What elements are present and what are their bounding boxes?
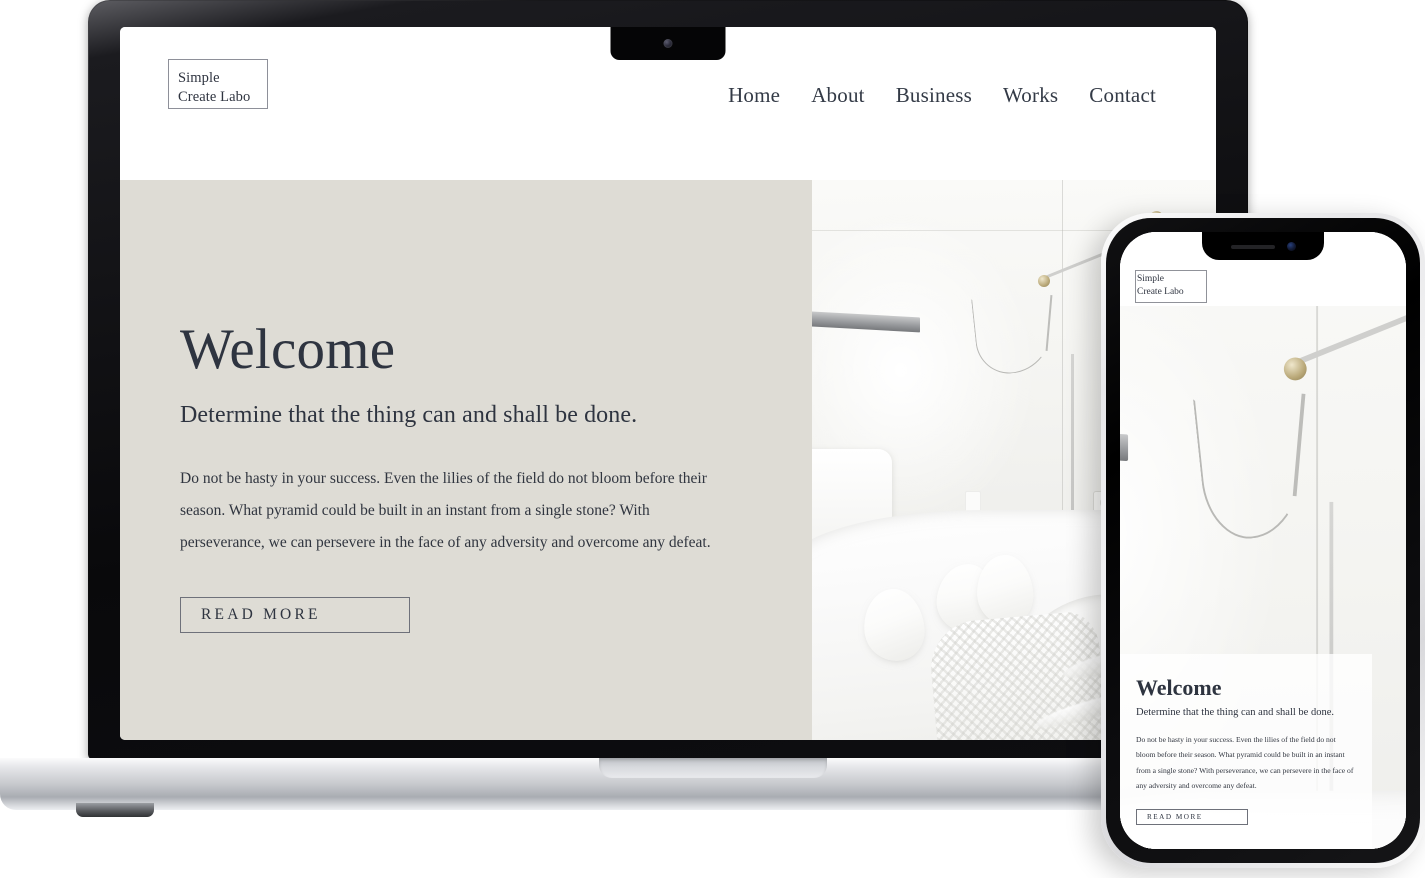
read-more-button[interactable]: READ MORE bbox=[180, 597, 410, 634]
logo-text: Simple Create Labo bbox=[1137, 273, 1187, 299]
hero-body-text: Do not be hasty in your success. Even th… bbox=[180, 469, 711, 551]
nav-item-contact[interactable]: Contact bbox=[1089, 83, 1156, 108]
laptop-notch bbox=[610, 27, 726, 60]
phone-frame: Simple Create Labo Welcome Determine tha… bbox=[1101, 213, 1425, 868]
nav-item-about[interactable]: About bbox=[811, 83, 865, 108]
wall-edge bbox=[1062, 180, 1064, 522]
mobile-hero-section: Welcome Determine that the thing can and… bbox=[1120, 306, 1406, 849]
laptop-foot bbox=[76, 803, 154, 817]
mobile-site-logo[interactable]: Simple Create Labo bbox=[1135, 270, 1207, 303]
mobile-hero-title: Welcome bbox=[1136, 675, 1222, 701]
camera-icon bbox=[663, 39, 673, 48]
nav-item-business[interactable]: Business bbox=[896, 83, 972, 108]
hero-text-panel: Welcome Determine that the thing can and… bbox=[120, 180, 812, 740]
wall-shelf bbox=[1120, 425, 1127, 462]
main-navigation: Home About Business Works Contact bbox=[728, 83, 1156, 108]
wall-shelf bbox=[811, 310, 921, 333]
nav-item-home[interactable]: Home bbox=[728, 83, 780, 108]
hero-title: Welcome bbox=[180, 318, 396, 381]
phone-notch bbox=[1202, 232, 1324, 260]
website-mobile-view: Simple Create Labo Welcome Determine tha… bbox=[1120, 232, 1406, 849]
laptop-base-notch bbox=[598, 758, 827, 778]
website-desktop-view: Simple Create Labo Home About Business W… bbox=[120, 27, 1216, 740]
lamp-arm bbox=[1286, 306, 1406, 368]
nav-item-works[interactable]: Works bbox=[1003, 83, 1058, 108]
hero-subtitle: Determine that the thing can and shall b… bbox=[180, 401, 638, 428]
lamp-cord bbox=[971, 290, 1057, 377]
phone-bezel: Simple Create Labo Welcome Determine tha… bbox=[1106, 218, 1420, 863]
front-camera-icon bbox=[1286, 242, 1296, 251]
laptop-mockup: Simple Create Labo Home About Business W… bbox=[0, 0, 1425, 817]
mobile-hero-subtitle: Determine that the thing can and shall b… bbox=[1136, 707, 1334, 719]
site-logo[interactable]: Simple Create Labo bbox=[168, 59, 268, 109]
lamp-joint-lower-icon bbox=[1284, 357, 1307, 380]
speaker-grille-icon bbox=[1230, 244, 1275, 249]
logo-text: Simple Create Labo bbox=[178, 69, 255, 108]
phone-screen: Simple Create Labo Welcome Determine tha… bbox=[1120, 232, 1406, 849]
phone-mockup: Simple Create Labo Welcome Determine tha… bbox=[1101, 213, 1425, 868]
laptop-screen: Simple Create Labo Home About Business W… bbox=[120, 27, 1216, 740]
lamp-cord bbox=[1192, 389, 1311, 544]
mobile-read-more-button[interactable]: READ MORE bbox=[1136, 809, 1248, 825]
mobile-hero-card: Welcome Determine that the thing can and… bbox=[1120, 654, 1372, 849]
mobile-hero-body-text: Do not be hasty in your success. Even th… bbox=[1136, 735, 1354, 790]
hero-section: Welcome Determine that the thing can and… bbox=[120, 180, 1216, 740]
lamp-joint-lower-icon bbox=[1038, 274, 1051, 287]
